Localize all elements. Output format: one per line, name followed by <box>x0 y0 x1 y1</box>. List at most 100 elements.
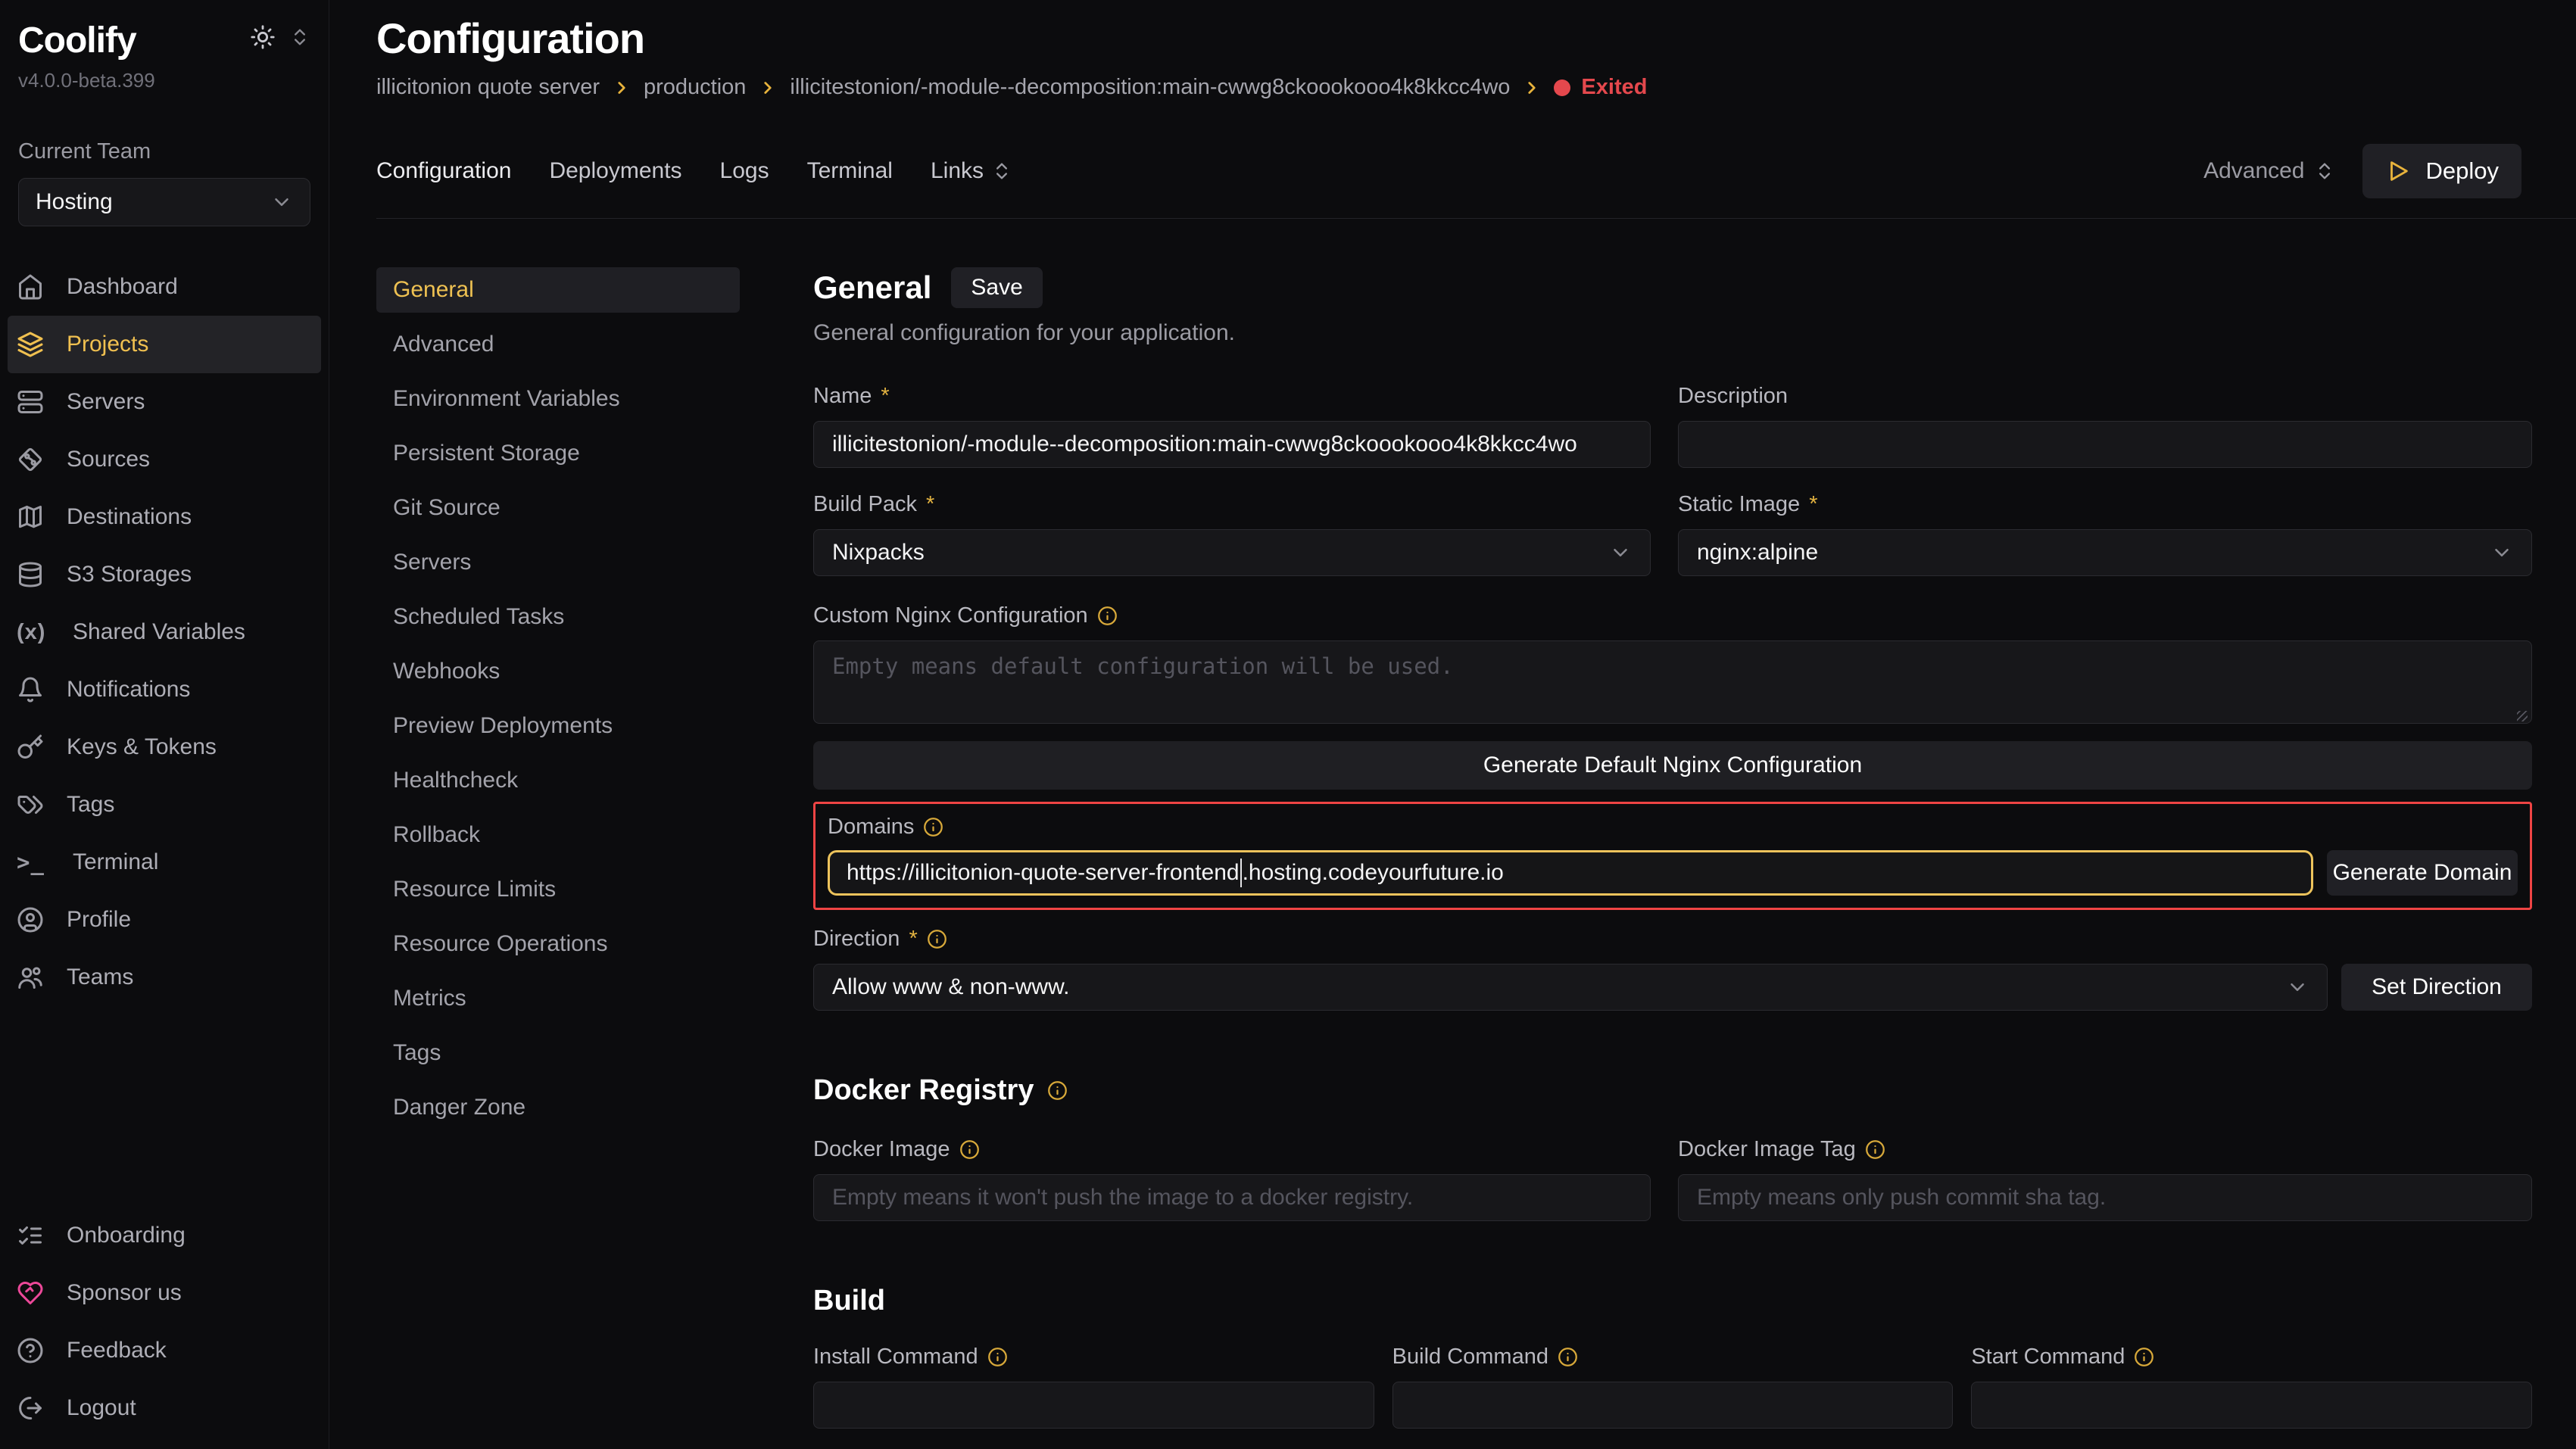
install-command-input[interactable] <box>813 1382 1374 1429</box>
sidebar-item-notifications[interactable]: Notifications <box>8 661 321 718</box>
subnav-item-tags[interactable]: Tags <box>376 1030 740 1076</box>
info-icon[interactable] <box>927 929 947 949</box>
page-title: Configuration <box>376 14 2576 63</box>
subnav-item-general[interactable]: General <box>376 267 740 313</box>
play-icon <box>2385 158 2411 184</box>
subnav-item-environment-variables[interactable]: Environment Variables <box>376 376 740 422</box>
tab-terminal[interactable]: Terminal <box>807 158 893 184</box>
deploy-button[interactable]: Deploy <box>2362 144 2522 198</box>
tab-deployments[interactable]: Deployments <box>549 158 681 184</box>
sidebar-item-label: Profile <box>67 907 131 933</box>
sidebar-item-label: Projects <box>67 332 148 357</box>
direction-select[interactable]: Allow www & non-www. <box>813 964 2328 1011</box>
breadcrumb-application[interactable]: illicitestonion/-module--decomposition:m… <box>790 75 1510 100</box>
info-icon[interactable] <box>923 817 943 837</box>
generate-nginx-config-button[interactable]: Generate Default Nginx Configuration <box>813 741 2532 790</box>
general-heading: General <box>813 270 931 306</box>
domains-highlight-box: Domains https://illicitonion-quote-serve… <box>813 802 2532 910</box>
advanced-toggle[interactable]: Advanced <box>2203 158 2334 184</box>
info-icon[interactable] <box>2134 1347 2154 1367</box>
tab-links[interactable]: Links <box>931 158 1012 184</box>
sidebar-item-logout[interactable]: Logout <box>8 1379 321 1437</box>
tab-configuration[interactable]: Configuration <box>376 158 511 184</box>
subnav-item-persistent-storage[interactable]: Persistent Storage <box>376 431 740 476</box>
sidebar-item-label: Onboarding <box>67 1223 186 1248</box>
status-text: Exited <box>1581 75 1647 100</box>
sidebar-nav: Dashboard Projects Servers Sources Desti… <box>8 258 321 1006</box>
subnav-item-healthcheck[interactable]: Healthcheck <box>376 758 740 803</box>
sidebar-item-label: Teams <box>67 964 133 990</box>
info-icon[interactable] <box>1865 1139 1885 1160</box>
subnav-item-metrics[interactable]: Metrics <box>376 976 740 1021</box>
chevron-down-icon <box>2490 541 2513 564</box>
build-pack-select[interactable]: Nixpacks <box>813 529 1651 576</box>
team-select[interactable]: Hosting <box>18 178 310 226</box>
info-icon[interactable] <box>1097 606 1118 626</box>
sidebar-item-shared-variables[interactable]: (x) Shared Variables <box>8 603 321 661</box>
sidebar-item-feedback[interactable]: Feedback <box>8 1322 321 1379</box>
sidebar-item-keys-tokens[interactable]: Keys & Tokens <box>8 718 321 776</box>
sidebar-item-label: Dashboard <box>67 274 178 300</box>
description-input[interactable] <box>1678 421 2532 468</box>
start-command-input[interactable] <box>1971 1382 2532 1429</box>
sidebar-item-servers[interactable]: Servers <box>8 373 321 431</box>
terminal-icon: >_ <box>17 849 50 875</box>
sidebar-item-onboarding[interactable]: Onboarding <box>8 1207 321 1264</box>
shared-variables-icon: (x) <box>17 620 50 645</box>
theme-sun-icon[interactable] <box>250 24 276 50</box>
team-select-value: Hosting <box>36 189 113 215</box>
docker-image-input[interactable] <box>813 1174 1651 1221</box>
sidebar-item-teams[interactable]: Teams <box>8 949 321 1006</box>
info-icon[interactable] <box>959 1139 980 1160</box>
sidebar-item-destinations[interactable]: Destinations <box>8 488 321 546</box>
static-image-select[interactable]: nginx:alpine <box>1678 529 2532 576</box>
required-mark: * <box>881 384 889 409</box>
sidebar-item-tags[interactable]: Tags <box>8 776 321 834</box>
info-icon[interactable] <box>1558 1347 1578 1367</box>
sidebar-footer: Onboarding Sponsor us Feedback Logout <box>8 1207 321 1449</box>
domains-value-left: https://illicitonion-quote-server-fronte… <box>847 860 1240 886</box>
resize-handle[interactable] <box>2517 711 2528 721</box>
static-image-value: nginx:alpine <box>1697 540 1818 566</box>
chevron-down-icon <box>1609 541 1632 564</box>
direction-value: Allow www & non-www. <box>832 974 1069 1000</box>
sidebar-item-label: Keys & Tokens <box>67 734 217 760</box>
breadcrumb-project[interactable]: illicitonion quote server <box>376 75 600 100</box>
subnav-item-servers[interactable]: Servers <box>376 540 740 585</box>
sidebar-item-profile[interactable]: Profile <box>8 891 321 949</box>
name-input[interactable] <box>813 421 1651 468</box>
build-command-input[interactable] <box>1392 1382 1954 1429</box>
subnav-item-resource-limits[interactable]: Resource Limits <box>376 867 740 912</box>
subnav-item-danger-zone[interactable]: Danger Zone <box>376 1085 740 1130</box>
general-subtitle: General configuration for your applicati… <box>813 320 2532 346</box>
save-button[interactable]: Save <box>951 267 1042 308</box>
subnav-item-rollback[interactable]: Rollback <box>376 812 740 858</box>
domains-input[interactable]: https://illicitonion-quote-server-fronte… <box>828 850 2313 896</box>
subnav-item-preview-deployments[interactable]: Preview Deployments <box>376 703 740 749</box>
subnav-item-resource-operations[interactable]: Resource Operations <box>376 921 740 967</box>
docker-image-tag-input[interactable] <box>1678 1174 2532 1221</box>
sidebar-item-terminal[interactable]: >_ Terminal <box>8 834 321 891</box>
domains-label: Domains <box>828 815 2518 840</box>
subnav-item-webhooks[interactable]: Webhooks <box>376 649 740 694</box>
server-icon <box>17 388 44 416</box>
generate-domain-button[interactable]: Generate Domain <box>2327 850 2518 896</box>
set-direction-button[interactable]: Set Direction <box>2341 964 2532 1011</box>
breadcrumb-environment[interactable]: production <box>644 75 746 100</box>
subnav-item-advanced[interactable]: Advanced <box>376 322 740 367</box>
tab-logs[interactable]: Logs <box>720 158 769 184</box>
sidebar-item-sources[interactable]: Sources <box>8 431 321 488</box>
sidebar-item-label: Notifications <box>67 677 190 703</box>
sidebar-item-projects[interactable]: Projects <box>8 316 321 373</box>
info-icon[interactable] <box>1047 1080 1068 1101</box>
subnav-item-git-source[interactable]: Git Source <box>376 485 740 531</box>
sidebar-item-dashboard[interactable]: Dashboard <box>8 258 321 316</box>
theme-switcher-chevrons-icon[interactable] <box>289 26 310 48</box>
sidebar-item-sponsor-us[interactable]: Sponsor us <box>8 1264 321 1322</box>
chevron-down-icon <box>270 191 293 213</box>
chevron-right-icon <box>612 78 632 98</box>
subnav-item-scheduled-tasks[interactable]: Scheduled Tasks <box>376 594 740 640</box>
sidebar-item-s3-storages[interactable]: S3 Storages <box>8 546 321 603</box>
custom-nginx-textarea[interactable] <box>813 640 2532 724</box>
info-icon[interactable] <box>987 1347 1008 1367</box>
